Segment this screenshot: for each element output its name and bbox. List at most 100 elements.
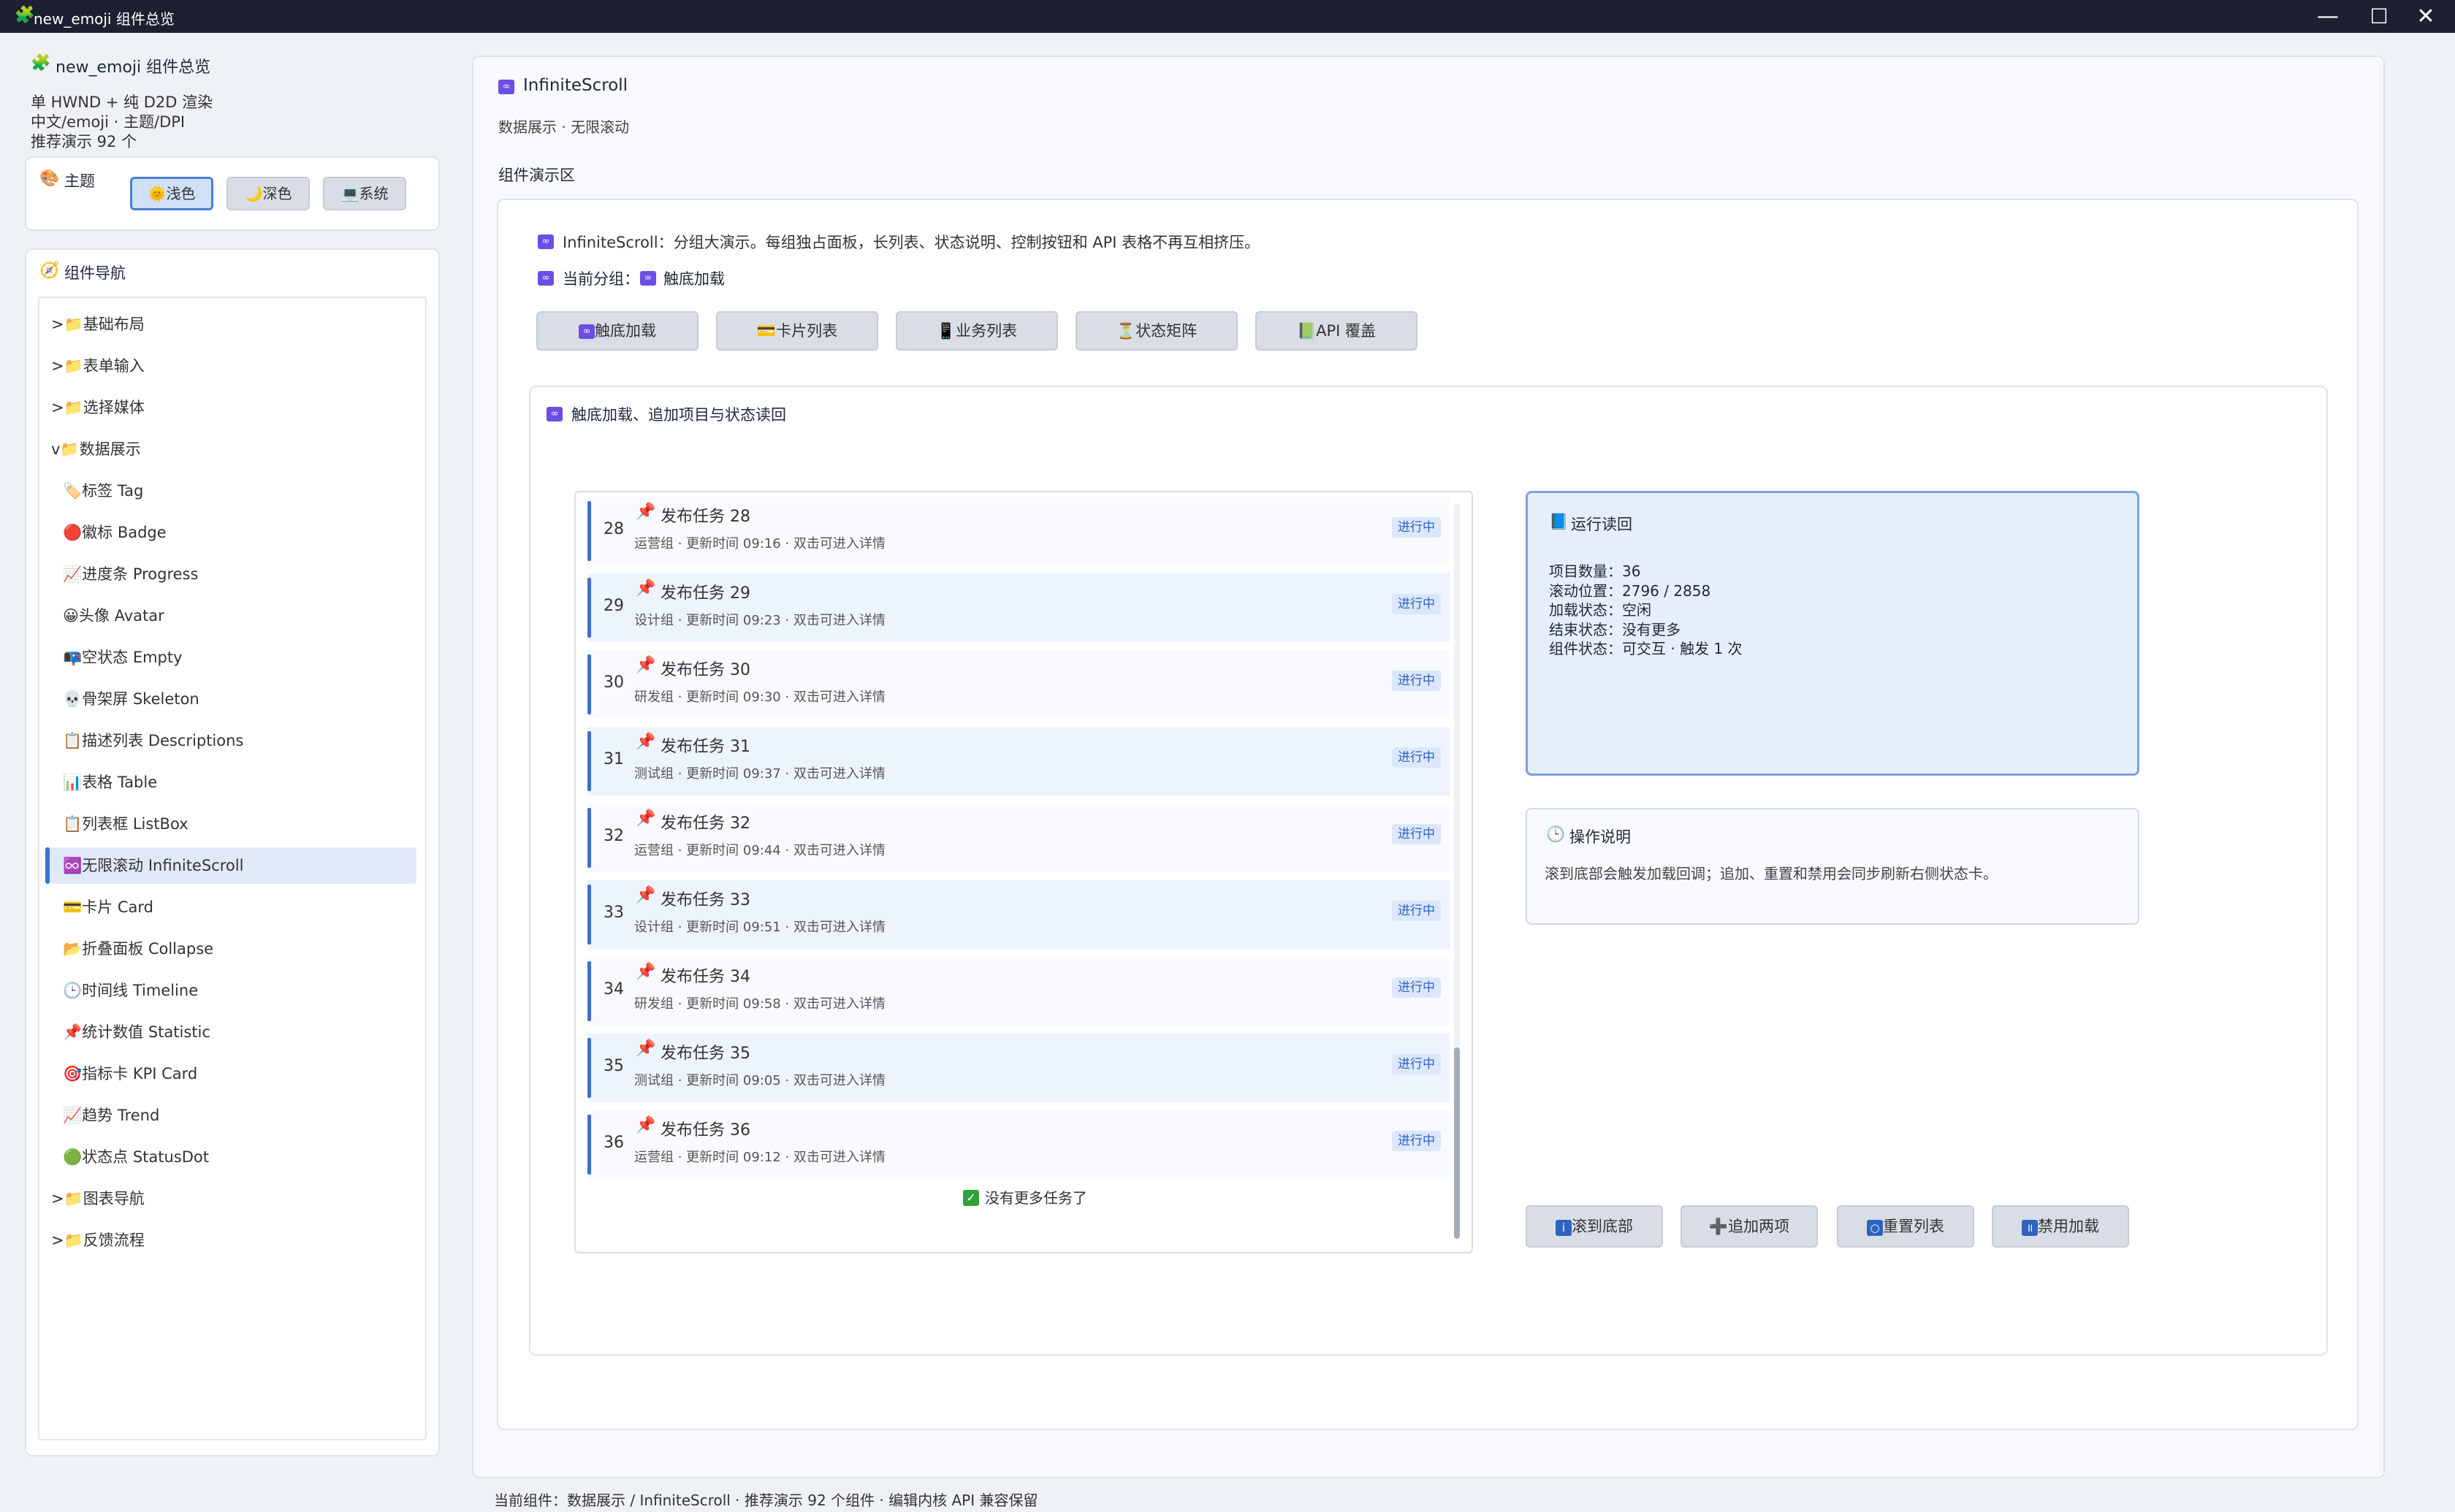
hourglass-icon: ⏳ — [1116, 322, 1136, 340]
scroll-to-bottom-button[interactable]: i 滚到底部 — [1526, 1205, 1663, 1248]
row-title: 发布任务 35 — [661, 1045, 750, 1063]
row-subtitle: 测试组 · 更新时间 09:37 · 双击可进入详情 — [634, 766, 886, 782]
app-logo-icon: 🧩 — [31, 54, 51, 72]
row-subtitle: 设计组 · 更新时间 09:51 · 双击可进入详情 — [634, 920, 886, 935]
row-number: 32 — [604, 827, 624, 845]
panel-title: 触底加载、追加项目与状态读回 — [571, 406, 786, 424]
status-badge: 进行中 — [1392, 517, 1441, 538]
theme-dark-button[interactable]: 🌙深色 — [227, 177, 310, 210]
row-subtitle: 运营组 · 更新时间 09:44 · 双击可进入详情 — [634, 843, 886, 858]
nav-item-15[interactable]: 📂折叠面板 Collapse — [63, 931, 213, 967]
pushpin-icon: 📌 — [636, 1039, 656, 1058]
moon-icon: 🌙 — [244, 185, 263, 202]
status-badge: 进行中 — [1392, 901, 1441, 921]
group-description: InfiniteScroll：分组大演示。每组独占面板，长列表、状态说明、控制按… — [563, 234, 1260, 251]
list-item[interactable]: 31 📌 发布任务 31 测试组 · 更新时间 09:37 · 双击可进入详情 进行中 — [587, 727, 1450, 795]
row-number: 29 — [604, 597, 624, 615]
nav-selected-indicator — [45, 847, 50, 884]
scrollbar-thumb[interactable] — [1454, 1047, 1460, 1239]
nav-item-21[interactable]: >📁图表导航 — [51, 1180, 145, 1217]
nav-item-8[interactable]: 📭空状态 Empty — [63, 639, 183, 676]
row-number: 33 — [604, 904, 624, 922]
list-item[interactable]: 34 📌 发布任务 34 研发组 · 更新时间 09:58 · 双击可进入详情 进行中 — [587, 957, 1450, 1026]
row-subtitle: 测试组 · 更新时间 09:05 · 双击可进入详情 — [634, 1073, 886, 1088]
infinity-icon: ∞ — [579, 324, 595, 339]
check-icon: ✓ — [963, 1188, 979, 1206]
theme-label: 主题 — [64, 172, 95, 190]
clock-icon: 🕒 — [1546, 825, 1566, 843]
list-item[interactable]: 30 📌 发布任务 30 研发组 · 更新时间 09:30 · 双击可进入详情 进行中 — [587, 650, 1450, 719]
row-accent-bar — [587, 961, 591, 1021]
list-item[interactable]: 28 📌 发布任务 28 运营组 · 更新时间 09:16 · 双击可进入详情 进行中 — [587, 497, 1450, 565]
row-title: 发布任务 29 — [661, 584, 750, 603]
nav-item-12[interactable]: 📋列表框 ListBox — [63, 806, 189, 842]
pushpin-icon: 📌 — [636, 886, 656, 904]
nav-item-18[interactable]: 🎯指标卡 KPI Card — [63, 1055, 197, 1092]
readback-end-state: 结束状态：没有更多 — [1549, 621, 1681, 638]
info-icon: i — [1556, 1220, 1572, 1236]
nav-item-22[interactable]: >📁反馈流程 — [51, 1222, 145, 1259]
row-number: 28 — [604, 520, 624, 538]
status-badge: 进行中 — [1392, 824, 1441, 844]
list-item[interactable]: 29 📌 发布任务 29 设计组 · 更新时间 09:23 · 双击可进入详情 进行中 — [587, 573, 1450, 642]
group-tab-state-matrix[interactable]: ⏳状态矩阵 — [1076, 311, 1238, 351]
theme-light-button[interactable]: 🌞浅色 — [130, 177, 213, 210]
nav-item-17[interactable]: 📌统计数值 Statistic — [63, 1014, 210, 1050]
window-title: new_emoji 组件总览 — [34, 10, 175, 28]
pushpin-icon: 📌 — [636, 579, 656, 597]
nav-item-6[interactable]: 📈进度条 Progress — [63, 556, 198, 592]
row-subtitle: 运营组 · 更新时间 09:12 · 双击可进入详情 — [634, 1150, 886, 1165]
nav-item-10[interactable]: 📋描述列表 Descriptions — [63, 722, 243, 759]
nav-item-13[interactable]: ♾️无限滚动 InfiniteScroll — [63, 847, 243, 884]
pushpin-icon: 📌 — [636, 1116, 656, 1134]
list-item[interactable]: 36 📌 发布任务 36 运营组 · 更新时间 09:12 · 双击可进入详情 进行中 — [587, 1110, 1450, 1179]
disable-load-button[interactable]: ॥ 禁用加载 — [1992, 1205, 2129, 1248]
group-tab-api[interactable]: 📗API 覆盖 — [1255, 311, 1417, 351]
info-line-locale: 中文/emoji · 主题/DPI — [31, 113, 186, 131]
nav-item-14[interactable]: 💳卡片 Card — [63, 889, 153, 925]
group-value: 触底加载 — [663, 270, 725, 288]
list-item[interactable]: 33 📌 发布任务 33 设计组 · 更新时间 09:51 · 双击可进入详情 进行中 — [587, 880, 1450, 949]
group-tab-card-list[interactable]: 💳卡片列表 — [716, 311, 878, 351]
append-two-button[interactable]: ➕追加两项 — [1681, 1205, 1818, 1248]
infinity-icon: ∞ — [498, 77, 514, 95]
list-item[interactable]: 32 📌 发布任务 32 运营组 · 更新时间 09:44 · 双击可进入详情 进行中 — [587, 803, 1450, 872]
list-item[interactable]: 35 📌 发布任务 35 测试组 · 更新时间 09:05 · 双击可进入详情 进行中 — [587, 1034, 1450, 1102]
phone-icon: 📱 — [936, 322, 956, 340]
readback-load-state: 加载状态：空闲 — [1549, 601, 1651, 619]
nav-item-0[interactable]: >📁基础布局 — [51, 306, 145, 343]
pushpin-icon: 📌 — [636, 809, 656, 828]
nav-item-3[interactable]: v📁数据展示 — [51, 431, 141, 467]
nav-item-4[interactable]: 🏷️标签 Tag — [63, 473, 143, 509]
nav-item-7[interactable]: 😀头像 Avatar — [63, 597, 164, 634]
nav-item-1[interactable]: >📁表单输入 — [51, 348, 145, 384]
info-line-render: 单 HWND + 纯 D2D 渲染 — [31, 93, 213, 111]
nav-item-11[interactable]: 📊表格 Table — [63, 764, 157, 801]
row-title: 发布任务 30 — [661, 661, 750, 679]
nav-item-5[interactable]: 🔴徽标 Badge — [63, 514, 167, 551]
infinity-icon: ∞ — [538, 232, 554, 250]
row-title: 发布任务 34 — [661, 968, 750, 986]
theme-system-button[interactable]: 💻系统 — [323, 177, 406, 210]
row-title: 发布任务 28 — [661, 508, 750, 526]
pause-icon: ॥ — [2022, 1220, 2038, 1236]
nav-item-16[interactable]: 🕒时间线 Timeline — [63, 972, 198, 1009]
row-number: 30 — [604, 673, 624, 692]
pushpin-icon: 📌 — [636, 733, 656, 751]
demo-area-label: 组件演示区 — [498, 167, 575, 184]
row-accent-bar — [587, 1038, 591, 1098]
nav-item-19[interactable]: 📈趋势 Trend — [63, 1097, 159, 1134]
row-accent-bar — [587, 654, 591, 714]
nav-item-9[interactable]: 💀骨架屏 Skeleton — [63, 681, 199, 717]
row-accent-bar — [587, 578, 591, 638]
row-subtitle: 运营组 · 更新时间 09:16 · 双击可进入详情 — [634, 536, 886, 551]
page-subtitle: 数据展示 · 无限滚动 — [498, 118, 630, 136]
close-button[interactable]: ✕ — [2391, 0, 2455, 33]
laptop-icon: 💻 — [340, 185, 359, 202]
nav-item-20[interactable]: 🟢状态点 StatusDot — [63, 1139, 209, 1175]
status-badge: 进行中 — [1392, 594, 1441, 614]
reset-list-button[interactable]: ○ 重置列表 — [1837, 1205, 1974, 1248]
nav-item-2[interactable]: >📁选择媒体 — [51, 389, 145, 426]
group-tab-bottom-load[interactable]: ∞ 触底加载 — [536, 311, 699, 351]
group-tab-business-list[interactable]: 📱业务列表 — [896, 311, 1058, 351]
